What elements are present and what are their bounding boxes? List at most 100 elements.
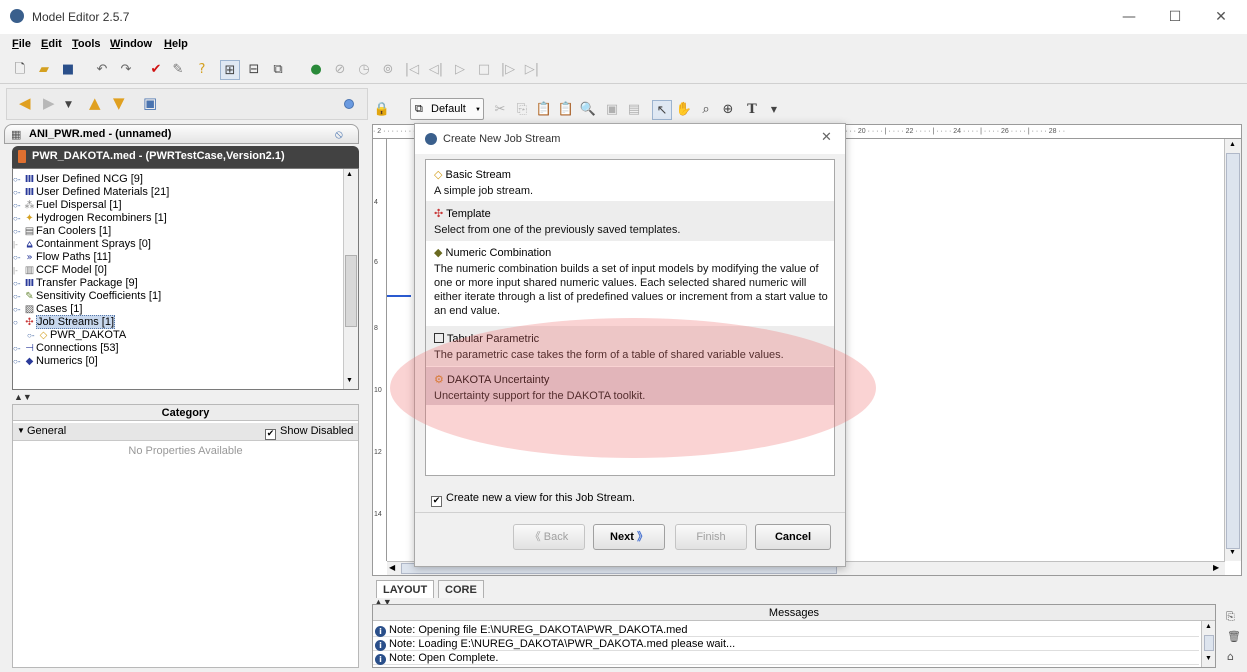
- menu-edit[interactable]: Edit: [41, 38, 62, 50]
- trash-icon[interactable]: 🗑: [1227, 630, 1241, 643]
- tree-item[interactable]: ○- ✦ Hydrogen Recombiners [1]: [13, 212, 167, 225]
- tree-item[interactable]: ○- ▤ Fan Coolers [1]: [13, 225, 111, 238]
- scroll-down-icon[interactable]: ▼: [346, 377, 353, 384]
- create-view-checkbox[interactable]: ✔ Create new a view for this Job Stream.: [431, 492, 635, 507]
- tree-item[interactable]: |- ⩠ Containment Sprays [0]: [13, 238, 151, 251]
- tree-item[interactable]: ○- Ⅲ Transfer Package [9]: [13, 277, 138, 290]
- cancel-button[interactable]: Cancel: [755, 524, 831, 550]
- tree-scrollbar[interactable]: ▲ ▼: [343, 169, 358, 389]
- model-tree[interactable]: ○- Ⅲ User Defined NCG [9] ○- Ⅲ User Defined …: [12, 168, 359, 390]
- prev-icon[interactable]: ◁|: [426, 60, 446, 80]
- layout-view-1-icon[interactable]: ⊞: [220, 60, 240, 80]
- tree-item[interactable]: ○- ✎ Sensitivity Coefficients [1]: [13, 290, 161, 303]
- menu-tools[interactable]: Tools: [72, 38, 101, 50]
- up-arrow-icon[interactable]: ▲: [89, 94, 101, 112]
- stop-run-icon[interactable]: ⊘: [330, 60, 350, 80]
- collapse-icon[interactable]: ⦸: [335, 127, 343, 142]
- messages-scroll-thumb[interactable]: [1204, 635, 1214, 651]
- message-row[interactable]: i Note: Opening file E:\NUREG_DAKOTA\PWR_…: [373, 623, 1199, 637]
- stop-icon[interactable]: □: [474, 60, 494, 80]
- link-icon[interactable]: ⊚: [378, 60, 398, 80]
- copy-icon[interactable]: ⎘: [512, 100, 532, 120]
- validate-icon[interactable]: ✎: [168, 60, 188, 80]
- find-icon[interactable]: 🔍: [578, 100, 598, 120]
- canvas-vscrollbar[interactable]: ▲ ▼: [1224, 139, 1241, 561]
- save-icon[interactable]: ■: [58, 60, 78, 80]
- undo-icon[interactable]: ↶: [92, 60, 112, 80]
- zoom-fit-icon[interactable]: ⊕: [718, 100, 738, 120]
- ungroup-icon[interactable]: ▤: [624, 100, 644, 120]
- splitter-arrows-icon[interactable]: ▲▼: [14, 392, 32, 402]
- scroll-thumb[interactable]: [345, 255, 357, 327]
- layout-view-3-icon[interactable]: ⧉: [268, 60, 288, 80]
- zoom-icon[interactable]: ⌕: [696, 100, 716, 120]
- text-tool-icon[interactable]: T: [742, 100, 762, 120]
- scroll-up-icon[interactable]: ▲: [346, 171, 353, 178]
- ani-pwr-tab[interactable]: ▦ ANI_PWR.med - (unnamed) ⦸: [4, 124, 359, 144]
- select-pointer-icon[interactable]: ↖: [652, 100, 672, 120]
- job-stream-type-list[interactable]: ◇ Basic Stream A simple job stream. ✣ Te…: [425, 159, 835, 476]
- group-icon[interactable]: ▣: [602, 100, 622, 120]
- cut-icon[interactable]: ✂: [490, 100, 510, 120]
- paste-icon[interactable]: 📋: [534, 100, 554, 120]
- scroll-down-icon[interactable]: ▼: [1229, 549, 1236, 556]
- history-dropdown-icon[interactable]: ▼: [65, 100, 72, 110]
- menu-file[interactable]: File: [12, 38, 31, 50]
- clock-icon[interactable]: ◷: [354, 60, 374, 80]
- tree-item[interactable]: ○- ⊣ Connections [53]: [13, 342, 119, 355]
- forward-arrow-icon[interactable]: ▶: [43, 94, 55, 112]
- open-folder-icon[interactable]: ▰: [34, 60, 54, 80]
- tree-item[interactable]: |- ▥ CCF Model [0]: [13, 264, 107, 277]
- windows-icon[interactable]: ▣: [143, 94, 157, 112]
- dialog-close-icon[interactable]: ✕: [821, 130, 832, 145]
- messages-scrollbar[interactable]: ▲ ▼: [1201, 621, 1215, 667]
- check-icon[interactable]: ✔: [146, 60, 166, 80]
- option-basic-stream[interactable]: ◇ Basic Stream A simple job stream.: [426, 168, 834, 198]
- run-icon[interactable]: ●: [306, 60, 326, 80]
- close-button[interactable]: ✕: [1198, 6, 1244, 28]
- maximize-button[interactable]: ☐: [1152, 6, 1198, 28]
- paste-special-icon[interactable]: 📋: [556, 100, 576, 120]
- minimize-button[interactable]: —: [1106, 6, 1152, 28]
- message-row[interactable]: i Note: Open Complete.: [373, 651, 1199, 665]
- scroll-up-icon[interactable]: ▲: [1229, 141, 1236, 148]
- scroll-down-icon[interactable]: ▼: [1205, 655, 1212, 662]
- scroll-left-icon[interactable]: ◀: [389, 563, 395, 572]
- tree-item[interactable]: ○- Ⅲ User Defined Materials [21]: [13, 186, 169, 199]
- option-numeric-combination[interactable]: ◆ Numeric Combination The numeric combin…: [426, 246, 834, 324]
- pan-hand-icon[interactable]: ✋: [674, 100, 694, 120]
- category-header[interactable]: Category: [13, 405, 358, 421]
- layout-view-2-icon[interactable]: ⊟: [244, 60, 264, 80]
- scroll-right-icon[interactable]: ▶: [1213, 563, 1219, 572]
- next-step-icon[interactable]: |▷: [498, 60, 518, 80]
- option-dakota-uncertainty[interactable]: ⚙ DAKOTA Uncertainty Uncertainty support…: [426, 367, 834, 405]
- tab-core[interactable]: CORE: [438, 580, 484, 598]
- back-arrow-icon[interactable]: ◀: [19, 94, 31, 112]
- show-disabled-checkbox[interactable]: ✔ Show Disabled: [265, 425, 353, 440]
- menu-window[interactable]: Window: [110, 38, 152, 50]
- expand-icon[interactable]: ▼: [17, 426, 25, 435]
- new-file-icon[interactable]: 🗋: [10, 60, 30, 80]
- tab-layout[interactable]: LAYOUT: [376, 580, 435, 598]
- first-icon[interactable]: |◁: [402, 60, 422, 80]
- tree-item-job-streams[interactable]: ○ ✣ Job Streams [1]: [13, 315, 116, 329]
- message-row[interactable]: i Note: Loading E:\NUREG_DAKOTA\PWR_DAKOT…: [373, 637, 1199, 651]
- pwr-dakota-tab[interactable]: PWR_DAKOTA.med - (PWRTestCase,Version2.1…: [12, 146, 359, 168]
- tree-item-pwr-dakota[interactable]: ○- ◇ PWR_DAKOTA: [27, 329, 126, 342]
- general-row[interactable]: ▼ General ✔ Show Disabled: [13, 423, 358, 441]
- option-tabular-parametric[interactable]: Tabular Parametric The parametric case t…: [426, 326, 834, 366]
- tree-item[interactable]: ○- Ⅲ User Defined NCG [9]: [13, 173, 143, 186]
- tree-item[interactable]: ○-» Flow Paths [11]: [13, 251, 111, 264]
- clear-icon[interactable]: ⌂: [1227, 650, 1234, 663]
- tree-item[interactable]: ○- ◆ Numerics [0]: [13, 355, 98, 368]
- finish-button[interactable]: Finish: [675, 524, 747, 550]
- canvas-scroll-thumb[interactable]: [1226, 153, 1240, 549]
- menu-help[interactable]: Help: [164, 38, 188, 50]
- scroll-up-icon[interactable]: ▲: [1205, 623, 1212, 630]
- redo-icon[interactable]: ↷: [116, 60, 136, 80]
- play-icon[interactable]: ▷: [450, 60, 470, 80]
- back-button[interactable]: 《 Back: [513, 524, 585, 550]
- option-template[interactable]: ✣ Template Select from one of the previo…: [426, 201, 834, 241]
- view-selector[interactable]: ⧉ Default ▼: [410, 98, 484, 120]
- help-icon[interactable]: ?: [192, 60, 212, 80]
